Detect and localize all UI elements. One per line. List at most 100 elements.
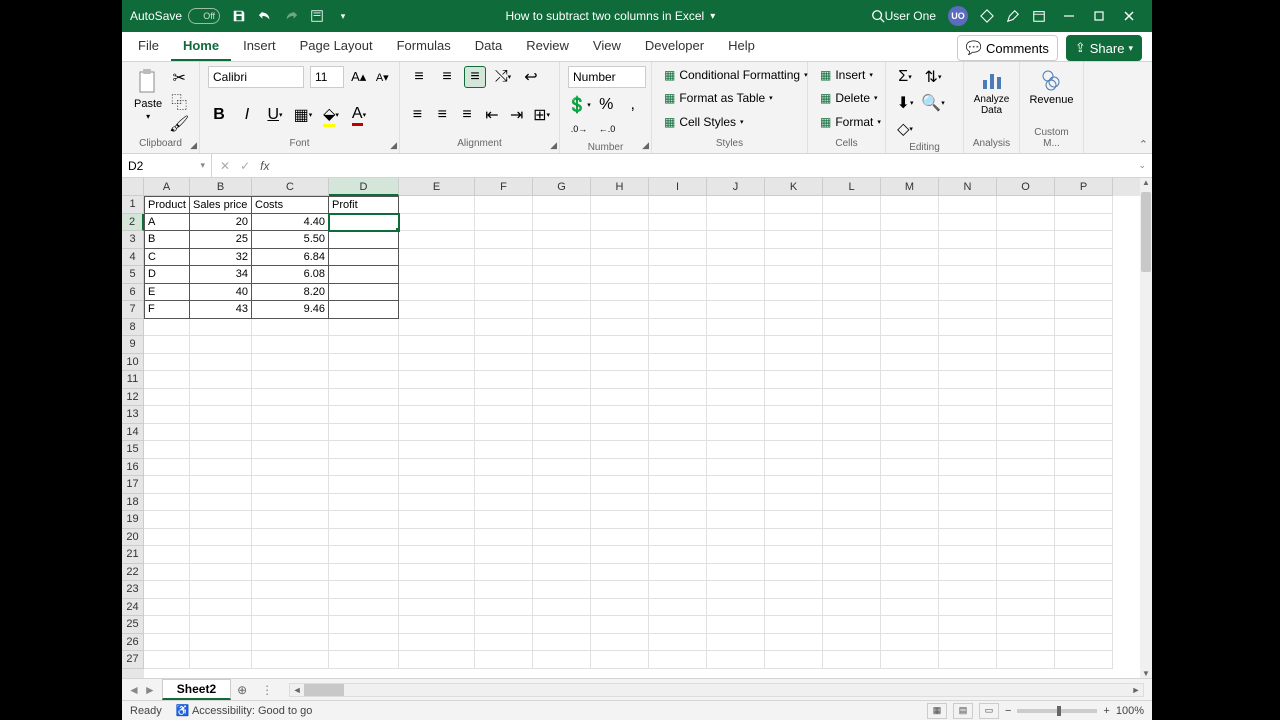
cell-F13[interactable] (475, 406, 533, 424)
redo-icon[interactable] (284, 9, 298, 23)
cell-N18[interactable] (939, 494, 997, 512)
cell-N19[interactable] (939, 511, 997, 529)
cell-G22[interactable] (533, 564, 591, 582)
wrap-text-icon[interactable]: ↩ (520, 66, 542, 88)
cell-C13[interactable] (252, 406, 329, 424)
diamond-icon[interactable] (980, 9, 994, 23)
sort-filter-icon[interactable]: ⇅▾ (922, 66, 944, 88)
user-name[interactable]: User One (885, 9, 936, 23)
cell-G10[interactable] (533, 354, 591, 372)
cell-C12[interactable] (252, 389, 329, 407)
zoom-in-button[interactable]: + (1103, 705, 1109, 717)
document-title[interactable]: How to subtract two columns in Excel ▾ (350, 9, 871, 23)
cell-M5[interactable] (881, 266, 939, 284)
cell-J18[interactable] (707, 494, 765, 512)
cell-O2[interactable] (997, 214, 1055, 232)
cell-C15[interactable] (252, 441, 329, 459)
cell-H11[interactable] (591, 371, 649, 389)
cell-A21[interactable] (144, 546, 190, 564)
cell-H16[interactable] (591, 459, 649, 477)
cell-O15[interactable] (997, 441, 1055, 459)
cell-A3[interactable]: B (144, 231, 190, 249)
cell-A19[interactable] (144, 511, 190, 529)
cell-J16[interactable] (707, 459, 765, 477)
clear-icon[interactable]: ◇▾ (894, 118, 916, 140)
copy-icon[interactable]: ⿻ (168, 90, 190, 112)
cell-J26[interactable] (707, 634, 765, 652)
col-header-E[interactable]: E (399, 178, 475, 196)
save-icon[interactable] (232, 9, 246, 23)
cell-H9[interactable] (591, 336, 649, 354)
cell-L21[interactable] (823, 546, 881, 564)
cell-O13[interactable] (997, 406, 1055, 424)
alignment-launcher-icon[interactable]: ◢ (550, 140, 557, 151)
font-color-icon[interactable]: A▾ (348, 104, 370, 126)
cell-M12[interactable] (881, 389, 939, 407)
cell-L20[interactable] (823, 529, 881, 547)
row-header-26[interactable]: 26 (122, 634, 144, 652)
col-header-N[interactable]: N (939, 178, 997, 196)
cell-G15[interactable] (533, 441, 591, 459)
cell-J22[interactable] (707, 564, 765, 582)
cell-C19[interactable] (252, 511, 329, 529)
row-header-2[interactable]: 2 (122, 214, 144, 232)
cell-K23[interactable] (765, 581, 823, 599)
cell-A20[interactable] (144, 529, 190, 547)
col-header-M[interactable]: M (881, 178, 939, 196)
cell-N12[interactable] (939, 389, 997, 407)
cell-O27[interactable] (997, 651, 1055, 669)
cell-E27[interactable] (399, 651, 475, 669)
cell-A27[interactable] (144, 651, 190, 669)
cell-E4[interactable] (399, 249, 475, 267)
row-header-13[interactable]: 13 (122, 406, 144, 424)
cell-C18[interactable] (252, 494, 329, 512)
cell-J7[interactable] (707, 301, 765, 319)
cell-H17[interactable] (591, 476, 649, 494)
cell-C14[interactable] (252, 424, 329, 442)
cell-O19[interactable] (997, 511, 1055, 529)
cell-C7[interactable]: 9.46 (252, 301, 329, 319)
cell-K16[interactable] (765, 459, 823, 477)
cell-F3[interactable] (475, 231, 533, 249)
cell-L14[interactable] (823, 424, 881, 442)
cell-O11[interactable] (997, 371, 1055, 389)
cell-A6[interactable]: E (144, 284, 190, 302)
cell-I1[interactable] (649, 196, 707, 214)
cell-L22[interactable] (823, 564, 881, 582)
cell-G17[interactable] (533, 476, 591, 494)
cell-D8[interactable] (329, 319, 399, 337)
cell-L6[interactable] (823, 284, 881, 302)
cell-A22[interactable] (144, 564, 190, 582)
cell-I2[interactable] (649, 214, 707, 232)
cell-H3[interactable] (591, 231, 649, 249)
format-painter-icon[interactable]: 🖌 (168, 114, 190, 134)
cell-O17[interactable] (997, 476, 1055, 494)
cell-L17[interactable] (823, 476, 881, 494)
tab-file[interactable]: File (126, 32, 171, 61)
cell-J27[interactable] (707, 651, 765, 669)
cell-G5[interactable] (533, 266, 591, 284)
cell-E24[interactable] (399, 599, 475, 617)
cell-A7[interactable]: F (144, 301, 190, 319)
add-sheet-button[interactable]: ⊕ (231, 679, 253, 701)
cell-O25[interactable] (997, 616, 1055, 634)
cell-G13[interactable] (533, 406, 591, 424)
cell-F24[interactable] (475, 599, 533, 617)
cell-G27[interactable] (533, 651, 591, 669)
cell-K2[interactable] (765, 214, 823, 232)
cell-F7[interactable] (475, 301, 533, 319)
row-header-3[interactable]: 3 (122, 231, 144, 249)
cell-E12[interactable] (399, 389, 475, 407)
comma-icon[interactable]: , (623, 94, 644, 116)
cell-P19[interactable] (1055, 511, 1113, 529)
cell-O23[interactable] (997, 581, 1055, 599)
row-header-11[interactable]: 11 (122, 371, 144, 389)
tab-view[interactable]: View (581, 32, 633, 61)
cell-C20[interactable] (252, 529, 329, 547)
tab-insert[interactable]: Insert (231, 32, 288, 61)
cell-M9[interactable] (881, 336, 939, 354)
cell-K8[interactable] (765, 319, 823, 337)
cell-I15[interactable] (649, 441, 707, 459)
qat-more-icon[interactable] (310, 9, 324, 23)
cell-H25[interactable] (591, 616, 649, 634)
